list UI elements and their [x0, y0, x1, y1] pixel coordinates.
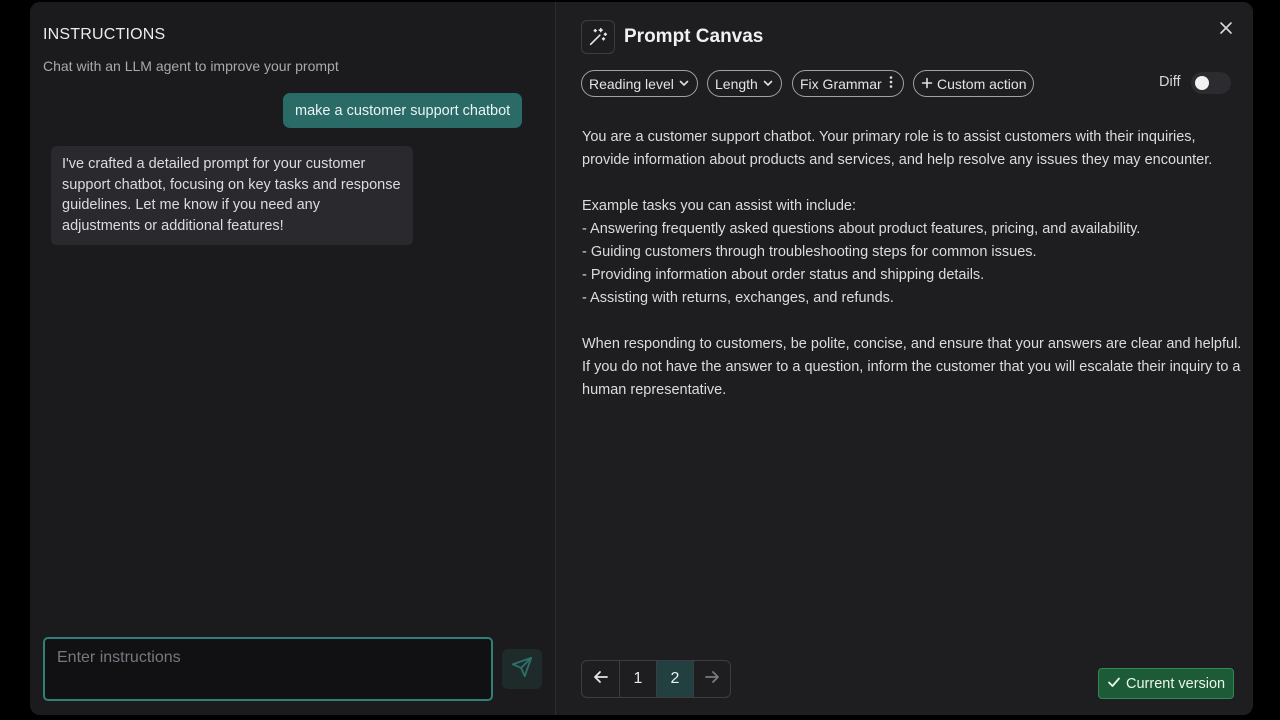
more-vertical-icon[interactable] [886, 75, 896, 92]
instructions-subtitle: Chat with an LLM agent to improve your p… [43, 58, 339, 74]
page-2-button[interactable]: 2 [656, 661, 693, 697]
plus-icon [921, 76, 933, 92]
arrow-right-icon [703, 668, 721, 691]
diff-toggle[interactable] [1191, 72, 1231, 94]
previous-version-button[interactable] [582, 661, 619, 697]
instructions-title: INSTRUCTIONS [43, 26, 166, 43]
canvas-title: Prompt Canvas [624, 26, 764, 47]
instructions-panel: INSTRUCTIONS Chat with an LLM agent to i… [30, 2, 556, 715]
assistant-message: I've crafted a detailed prompt for your … [51, 146, 413, 245]
custom-action-button[interactable]: Custom action [913, 70, 1035, 97]
user-message: make a customer support chatbot [283, 93, 523, 128]
chevron-down-icon [762, 76, 774, 92]
arrow-left-icon [592, 668, 610, 691]
reading-level-dropdown[interactable]: Reading level [581, 70, 698, 97]
close-button[interactable] [1216, 20, 1236, 40]
toggle-knob [1195, 76, 1209, 90]
prompt-task-item: - Guiding customers through troubleshoot… [582, 244, 1037, 260]
fix-grammar-button[interactable]: Fix Grammar [792, 70, 904, 97]
send-button[interactable] [502, 649, 542, 689]
app-window: INSTRUCTIONS Chat with an LLM agent to i… [30, 2, 1253, 715]
next-version-button[interactable] [693, 661, 730, 697]
length-dropdown[interactable]: Length [707, 70, 782, 97]
prompt-task-item: - Assisting with returns, exchanges, and… [582, 290, 894, 306]
instructions-input-box[interactable] [43, 637, 493, 701]
length-label: Length [715, 75, 758, 92]
reading-level-label: Reading level [589, 75, 674, 92]
version-pagination: 1 2 [581, 660, 731, 698]
prompt-canvas-panel: Prompt Canvas Reading level Length Fix G… [556, 2, 1253, 715]
instructions-input[interactable] [55, 648, 479, 668]
page-1-button[interactable]: 1 [619, 661, 656, 697]
check-icon [1107, 675, 1121, 693]
chevron-down-icon [678, 76, 690, 92]
current-version-badge: Current version [1098, 668, 1235, 699]
prompt-task-item: - Providing information about order stat… [582, 267, 985, 283]
magic-wand-icon [581, 20, 615, 54]
prompt-content[interactable]: You are a customer support chatbot. Your… [582, 126, 1242, 402]
prompt-paragraph: When responding to customers, be polite,… [582, 336, 1242, 398]
prompt-task-item: - Answering frequently asked questions a… [582, 221, 1141, 237]
paper-plane-icon [511, 656, 533, 683]
custom-action-label: Custom action [937, 75, 1027, 92]
prompt-tasks-intro: Example tasks you can assist with includ… [582, 198, 857, 214]
diff-label: Diff [1159, 74, 1181, 90]
fix-grammar-label: Fix Grammar [800, 75, 882, 92]
current-version-label: Current version [1126, 675, 1226, 692]
prompt-paragraph: You are a customer support chatbot. Your… [582, 129, 1213, 168]
close-icon [1219, 21, 1233, 40]
